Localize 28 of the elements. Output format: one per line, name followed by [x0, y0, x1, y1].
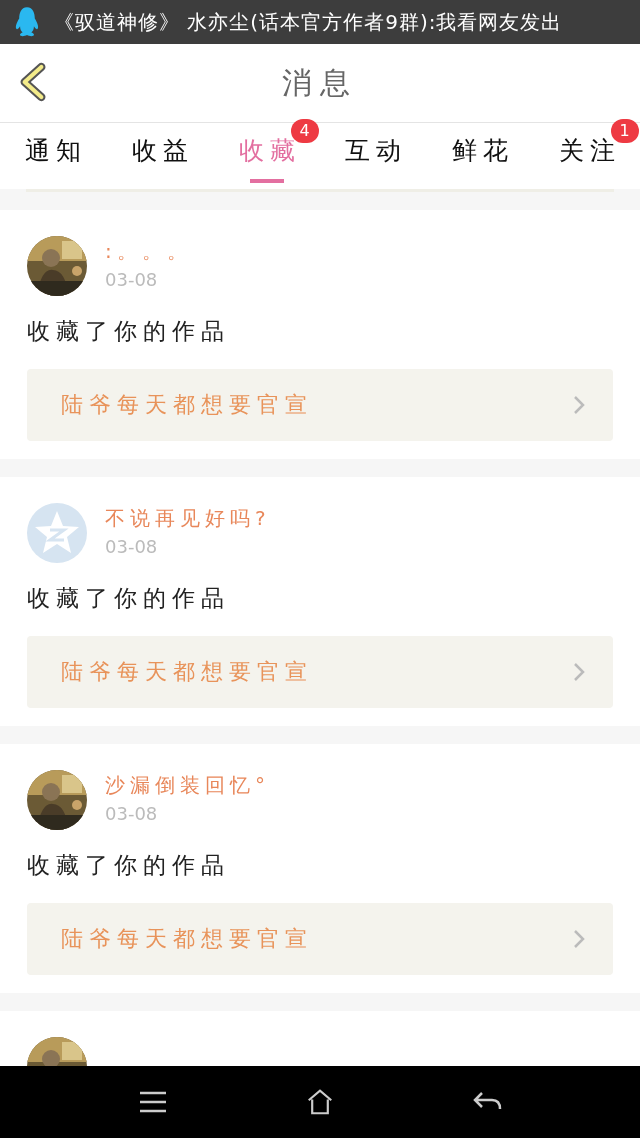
default-avatar-icon [27, 503, 87, 563]
message-date: 03-08 [105, 803, 159, 824]
home-icon[interactable] [305, 1089, 335, 1115]
menu-icon[interactable] [138, 1089, 169, 1115]
tab-indicator [249, 179, 284, 183]
chevron-right-icon [573, 929, 585, 949]
back-chevron-icon[interactable] [18, 60, 48, 104]
count-badge: 1 [610, 119, 639, 143]
page-title: 消息 [282, 63, 358, 102]
user-name[interactable]: :。。。 [105, 238, 192, 265]
message-text: 收藏了你的作品 [27, 317, 231, 346]
tab[interactable]: 鲜花 [446, 133, 514, 167]
notification-text: 《驭道神修》 水亦尘(话本官方作者9群):我看网友发出 [54, 8, 563, 36]
work-link[interactable]: 陆爷每天都想要官宣 [27, 369, 613, 441]
message-text: 收藏了你的作品 [27, 851, 231, 880]
user-name[interactable]: 不说再见好吗? [105, 505, 271, 532]
message-date: 03-08 [105, 269, 159, 290]
message-date: 03-08 [105, 536, 159, 557]
chevron-right-icon [573, 662, 585, 682]
user-name[interactable]: 沙漏倒装回忆° [105, 772, 270, 799]
penguin-icon [14, 6, 40, 38]
work-link[interactable]: 陆爷每天都想要官宣 [27, 903, 613, 975]
tab[interactable]: 通知 [19, 133, 88, 167]
tab[interactable]: 互动 [339, 133, 408, 167]
tab[interactable]: 收益 [126, 133, 194, 167]
chevron-right-icon [573, 395, 585, 415]
message-text: 收藏了你的作品 [27, 584, 231, 613]
work-link[interactable]: 陆爷每天都想要官宣 [27, 636, 613, 708]
